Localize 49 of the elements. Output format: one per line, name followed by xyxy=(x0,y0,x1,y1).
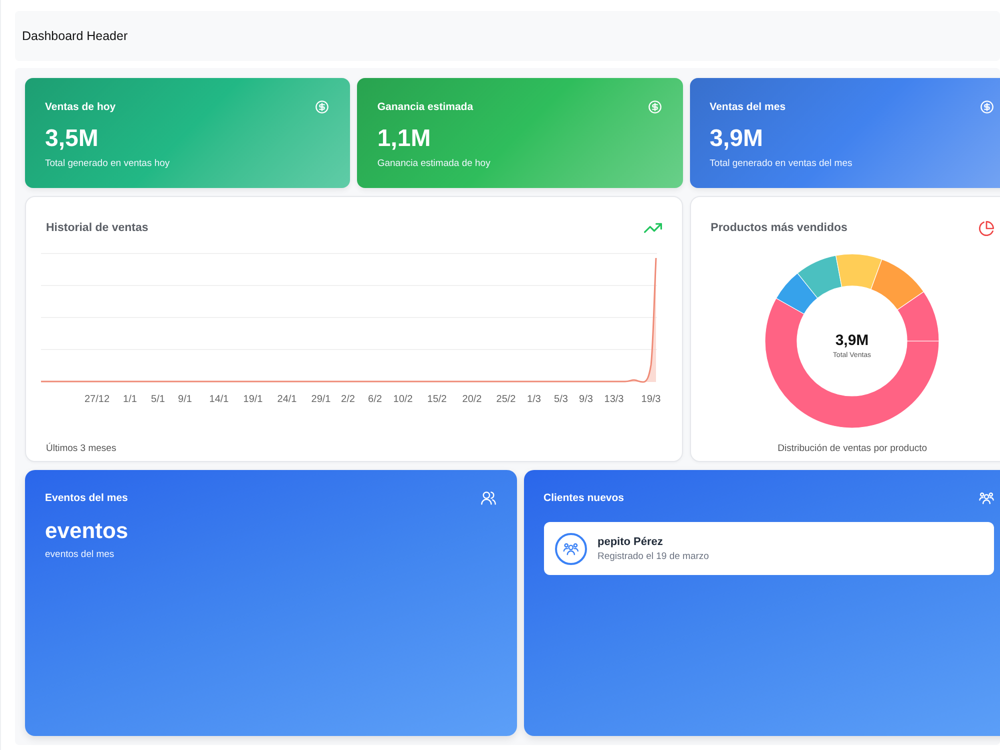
donut-total-value: 3,9M xyxy=(836,332,869,349)
user-group-icon xyxy=(979,491,994,505)
dollar-icon xyxy=(315,100,330,114)
axis-label: 20/2 xyxy=(462,394,482,405)
axis-label: 27/12 xyxy=(84,394,110,405)
card-title: Clientes nuevos xyxy=(544,491,624,505)
card-title: Ventas de hoy xyxy=(45,100,116,114)
card-title: Ganancia estimada xyxy=(377,100,474,114)
trend-up-icon xyxy=(644,223,662,233)
axis-label: 19/1 xyxy=(243,394,263,405)
users-icon xyxy=(480,491,496,505)
axis-label: 5/1 xyxy=(151,394,165,405)
axis-label: 14/1 xyxy=(209,394,229,405)
client-name: pepito Pérez xyxy=(598,534,664,548)
stat-value: 1,1M xyxy=(377,126,432,152)
stat-caption: Total generado en ventas del mes xyxy=(710,157,854,170)
events-caption: eventos del mes xyxy=(45,548,116,561)
dollar-icon xyxy=(980,100,994,114)
stat-value: 3,5M xyxy=(45,126,100,152)
axis-label: 1/1 xyxy=(123,394,137,405)
header-title: Dashboard Header xyxy=(22,29,128,43)
axis-label: 10/2 xyxy=(393,394,413,405)
card-title: Eventos del mes xyxy=(45,491,128,505)
axis-label: 24/1 xyxy=(277,394,297,405)
card-title: Historial de ventas xyxy=(46,222,148,234)
donut-slice xyxy=(836,254,883,290)
user-group-avatar-icon xyxy=(554,532,586,564)
axis-label: 6/2 xyxy=(368,394,382,405)
axis-label: 29/1 xyxy=(311,394,331,405)
card-title: Ventas del mes xyxy=(710,100,786,114)
card-title: Productos más vendidos xyxy=(710,222,848,234)
client-registered-date: Registrado el 19 de marzo xyxy=(598,550,709,562)
axis-label: 9/1 xyxy=(178,394,192,405)
dollar-icon xyxy=(648,100,662,114)
card-footer: Distribución de ventas por producto xyxy=(778,442,928,461)
pie-chart-icon xyxy=(979,220,994,236)
axis-label: 13/3 xyxy=(604,394,624,405)
axis-label: 2/2 xyxy=(341,394,355,405)
axis-label: 15/2 xyxy=(427,394,447,405)
card-footer: Últimos 3 meses xyxy=(46,442,116,461)
stat-caption: Ganancia estimada de hoy xyxy=(377,157,492,170)
axis-label: 5/3 xyxy=(554,394,568,405)
stat-caption: Total generado en ventas hoy xyxy=(45,157,171,170)
axis-label: 19/3 xyxy=(641,394,661,405)
events-value: eventos xyxy=(45,518,130,544)
axis-label: 9/3 xyxy=(579,394,593,405)
stat-value: 3,9M xyxy=(710,126,764,152)
axis-label: 25/2 xyxy=(496,394,516,405)
axis-label: 1/3 xyxy=(527,394,541,405)
